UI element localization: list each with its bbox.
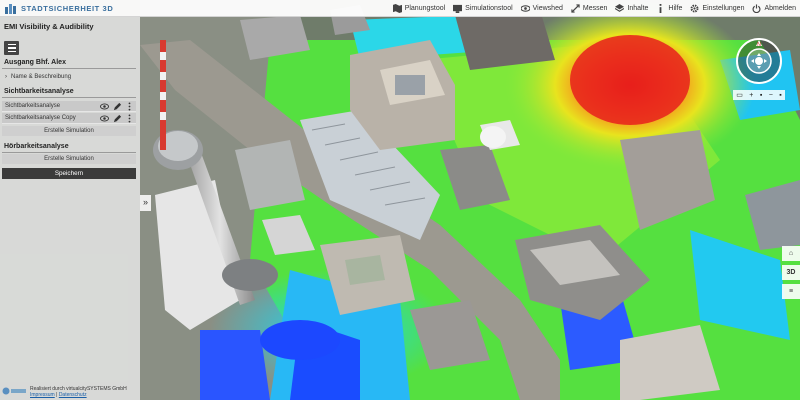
divider xyxy=(2,97,136,98)
nav-viewshed-label: Viewshed xyxy=(532,5,563,12)
info-icon xyxy=(660,4,662,13)
more-vertical-icon[interactable] xyxy=(125,114,134,123)
measure-icon xyxy=(571,4,580,13)
simulation-row[interactable]: Sichtbarkeitsanalyse Copy xyxy=(2,113,136,124)
content-icon xyxy=(615,4,625,12)
company-logo-icon xyxy=(2,387,26,395)
simulation-row-label: Sichtbarkeitsanalyse xyxy=(5,103,61,109)
camera-icon[interactable]: ▭ xyxy=(736,91,743,99)
app-logo-text: STADTSICHERHEIT 3D xyxy=(21,3,114,13)
zoom-toolbar: ▭ + ▪ − ▪ xyxy=(733,90,785,100)
datenschutz-link[interactable]: Datenschutz xyxy=(59,392,87,398)
gear-icon xyxy=(690,4,699,13)
home-button[interactable]: ⌂ xyxy=(782,246,800,261)
simulation-icon xyxy=(453,4,463,13)
app-logo[interactable]: STADTSICHERHEIT 3D xyxy=(4,2,113,14)
zoom-out-button[interactable]: − xyxy=(769,92,773,99)
nav-planungstool[interactable]: Planungstool xyxy=(392,4,446,13)
simulation-row-label: Sichtbarkeitsanalyse Copy xyxy=(5,115,76,121)
footer: Realisiert durch virtualcitySYSTEMS GmbH… xyxy=(2,386,140,400)
eye-icon xyxy=(520,5,530,12)
nav-einstellungen-label: Einstellungen xyxy=(702,5,745,12)
visibility-heading: Sichtbarkeitsanalyse xyxy=(4,88,74,95)
nav-messen[interactable]: Messen xyxy=(571,4,608,13)
menu-icon-line xyxy=(7,47,16,49)
eye-icon[interactable] xyxy=(100,102,109,111)
create-audibility-simulation-button[interactable]: Erstelle Simulation xyxy=(2,154,136,164)
nav-simulationstool-label: Simulationstool xyxy=(465,5,513,12)
main-nav: Planungstool Simulationstool Viewshed Me… xyxy=(392,0,796,17)
edit-icon[interactable] xyxy=(113,114,122,123)
create-visibility-simulation-button[interactable]: Erstelle Simulation xyxy=(2,126,136,136)
simulation-row[interactable]: Sichtbarkeitsanalyse xyxy=(2,101,136,112)
compass-north-label: N xyxy=(757,42,761,48)
nav-abmelden-label: Abmelden xyxy=(764,5,796,12)
city-logo-icon xyxy=(5,4,16,14)
panel-collapse-button[interactable]: » xyxy=(140,195,151,211)
divider xyxy=(2,68,136,69)
sidebar-panel: EMI Visibility & Audibility Ausgang Bhf.… xyxy=(0,17,140,400)
menu-icon-line xyxy=(7,43,16,46)
name-description-toggle[interactable]: › Name & Beschreibung xyxy=(5,74,71,80)
eye-icon[interactable] xyxy=(100,114,109,123)
panel-title: EMI Visibility & Audibility xyxy=(4,22,94,31)
area-title: Ausgang Bhf. Alex xyxy=(4,59,66,66)
nav-hilfe[interactable]: Hilfe xyxy=(656,4,682,13)
map-icon xyxy=(392,4,402,13)
chevron-right-icon: › xyxy=(5,74,7,80)
nav-messen-label: Messen xyxy=(582,5,608,12)
nav-inhalte[interactable]: Inhalte xyxy=(615,4,648,13)
nav-hilfe-label: Hilfe xyxy=(668,5,683,12)
power-icon xyxy=(753,4,761,13)
divider xyxy=(2,152,136,153)
nav-viewshed[interactable]: Viewshed xyxy=(520,4,563,13)
menu-button[interactable] xyxy=(4,41,19,55)
nav-einstellungen[interactable]: Einstellungen xyxy=(690,4,744,13)
edit-icon[interactable] xyxy=(113,102,122,111)
nav-simulationstool[interactable]: Simulationstool xyxy=(453,4,513,13)
name-description-label: Name & Beschreibung xyxy=(11,74,72,80)
layers-button[interactable]: ≡ xyxy=(782,284,800,299)
audibility-heading: Hörbarkeitsanalyse xyxy=(4,143,69,150)
menu-icon-line xyxy=(7,50,16,53)
more-vertical-icon[interactable] xyxy=(125,102,134,111)
impressum-link[interactable]: Impressum xyxy=(30,392,55,398)
view-mode-3d-button[interactable]: 3D xyxy=(782,265,800,280)
nav-inhalte-label: Inhalte xyxy=(627,5,649,12)
nav-abmelden[interactable]: Abmelden xyxy=(752,4,796,13)
zoom-slider[interactable]: ▪ xyxy=(760,92,762,99)
nav-planungstool-label: Planungstool xyxy=(404,5,446,12)
save-button[interactable]: Speichern xyxy=(2,168,136,179)
zoom-step-button[interactable]: ▪ xyxy=(779,92,781,99)
compass-control[interactable]: N xyxy=(735,37,783,85)
top-bar: STADTSICHERHEIT 3D Planungstool Simulati… xyxy=(0,0,800,17)
footer-text: Realisiert durch virtualcitySYSTEMS GmbH… xyxy=(30,386,127,398)
zoom-in-button[interactable]: + xyxy=(749,92,753,99)
